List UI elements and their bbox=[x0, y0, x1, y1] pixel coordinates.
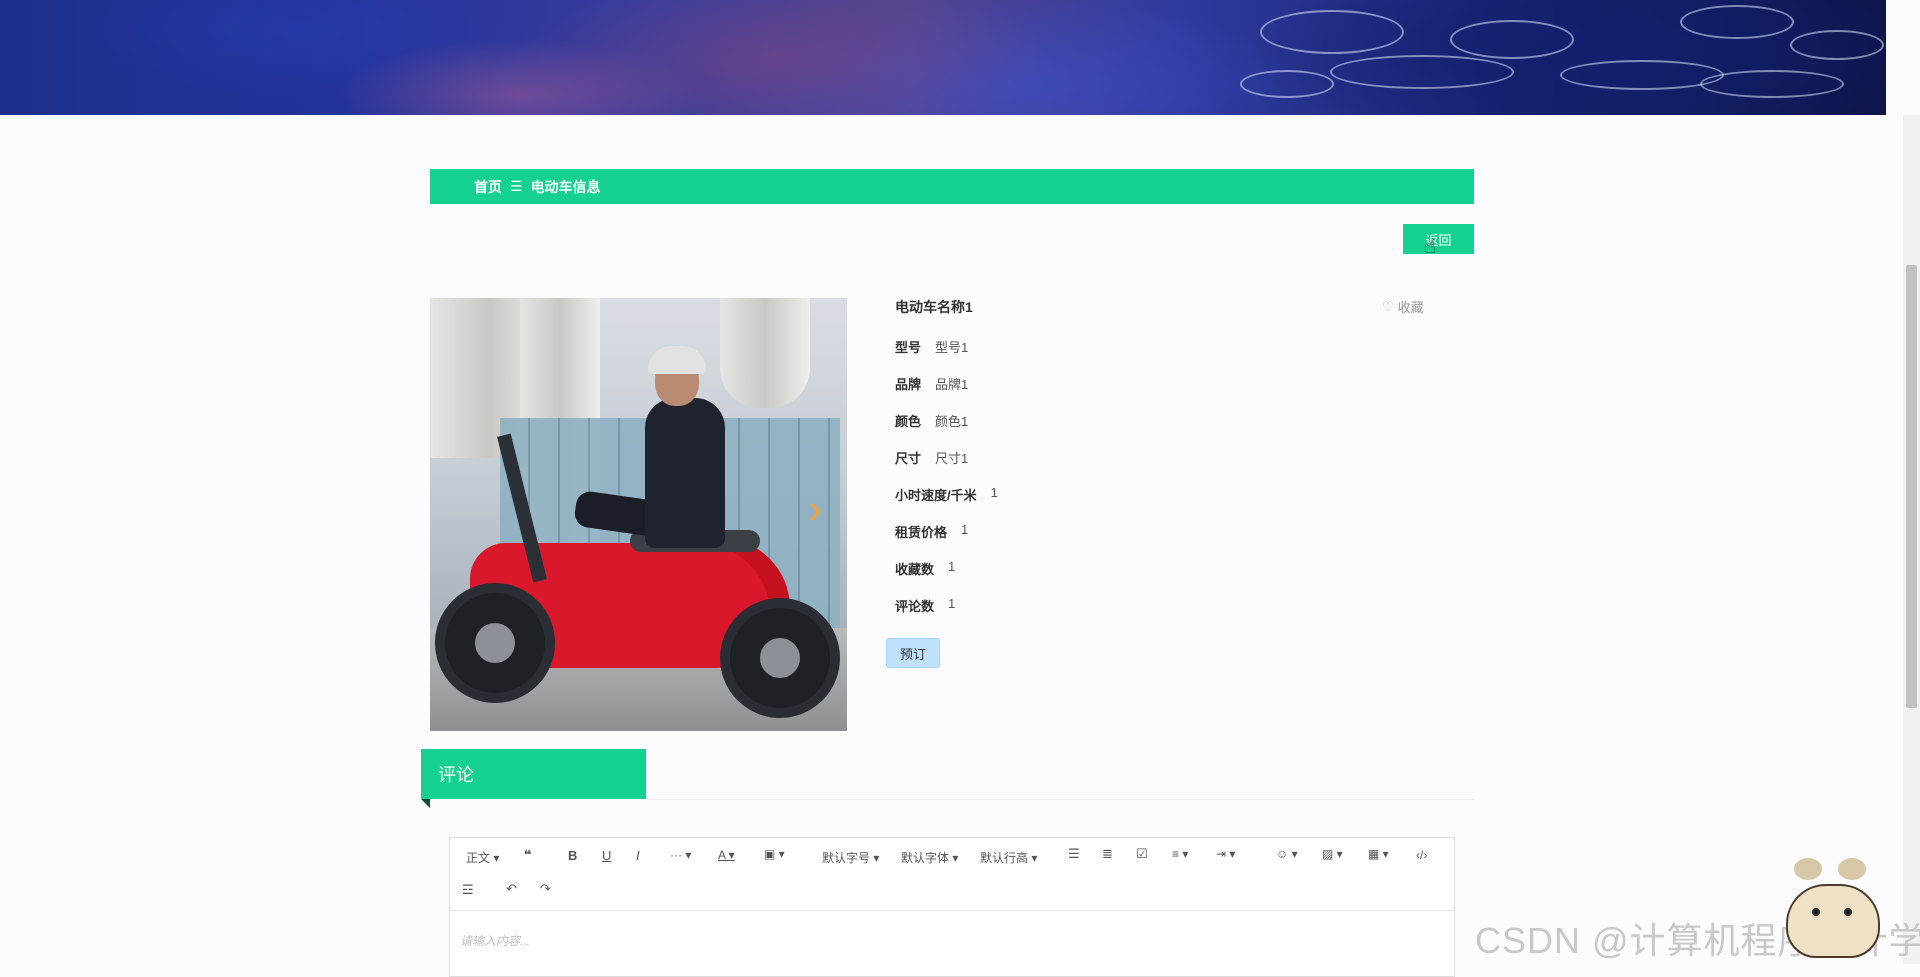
attribute-value: 颜色1 bbox=[935, 414, 969, 429]
indent-icon[interactable]: ⇥ ▾ bbox=[1216, 847, 1235, 861]
attribute-row-size: 尺寸 尺寸1 bbox=[895, 448, 968, 467]
collect-label: 收藏 bbox=[1397, 300, 1424, 315]
top-banner-image bbox=[0, 0, 1903, 115]
attribute-value: 1 bbox=[990, 485, 998, 500]
numbered-list-icon[interactable]: ≣ bbox=[1102, 846, 1113, 862]
toolbar-divider bbox=[450, 910, 1454, 911]
attribute-value: 尺寸1 bbox=[935, 451, 969, 466]
code-icon[interactable]: ‹/› bbox=[1416, 848, 1427, 862]
product-name: 电动车名称1 bbox=[895, 299, 973, 315]
line-height-dropdown[interactable]: 默认行高 ▾ bbox=[980, 849, 1037, 866]
back-button[interactable]: 返回 bbox=[1403, 224, 1474, 254]
scrollbar-thumb[interactable] bbox=[1906, 265, 1917, 708]
breadcrumb-current: 电动车信息 bbox=[530, 178, 601, 195]
line-height-label: 默认行高 bbox=[980, 851, 1029, 865]
underline-icon[interactable]: U bbox=[602, 848, 611, 863]
attribute-label: 品牌 bbox=[895, 377, 922, 392]
attribute-row-color: 颜色 颜色1 bbox=[895, 411, 968, 430]
attribute-value: 型号1 bbox=[935, 340, 969, 355]
more-format-icon[interactable]: ··· ▾ bbox=[670, 848, 691, 862]
attribute-row-comment-count: 评论数 1 bbox=[895, 596, 955, 615]
collect-button[interactable]: ♡ 收藏 bbox=[1382, 297, 1424, 316]
align-icon[interactable]: ≡ ▾ bbox=[1172, 847, 1188, 861]
paragraph-format-label: 正文 bbox=[466, 851, 491, 865]
attribute-value: 品牌1 bbox=[935, 377, 969, 392]
rich-text-editor: 正文 ▾ ❝ B U I ··· ▾ A ▾ ▣ ▾ 默认字号 ▾ 默认字体 ▾… bbox=[449, 837, 1455, 977]
attribute-label: 尺寸 bbox=[895, 451, 922, 466]
undo-icon[interactable]: ↶ bbox=[506, 881, 517, 897]
editor-input-placeholder[interactable]: 请输入内容... bbox=[460, 932, 530, 949]
emoji-icon[interactable]: ☺ ▾ bbox=[1276, 847, 1298, 861]
attribute-label: 收藏数 bbox=[895, 562, 935, 577]
background-color-icon[interactable]: ▣ ▾ bbox=[764, 847, 785, 861]
reserve-button[interactable]: 预订 bbox=[886, 638, 940, 668]
attribute-value: 1 bbox=[961, 522, 969, 537]
mascot-sticker bbox=[1786, 856, 1881, 960]
heart-icon: ♡ bbox=[1382, 298, 1394, 314]
italic-icon[interactable]: I bbox=[636, 848, 640, 863]
attribute-label: 租赁价格 bbox=[895, 525, 948, 540]
font-color-icon[interactable]: A ▾ bbox=[718, 848, 735, 862]
attribute-row-speed: 小时速度/千米 1 bbox=[895, 485, 998, 504]
attribute-value: 1 bbox=[948, 596, 956, 611]
hand-cursor-icon: ☝ bbox=[1424, 236, 1437, 258]
todo-checkbox-icon[interactable]: ☑ bbox=[1136, 846, 1148, 862]
attribute-label: 型号 bbox=[895, 340, 922, 355]
attribute-label: 小时速度/千米 bbox=[895, 488, 977, 503]
table-icon[interactable]: ▦ ▾ bbox=[1368, 847, 1389, 861]
tab-fold-decoration bbox=[421, 799, 430, 808]
font-size-label: 默认字号 bbox=[822, 851, 871, 865]
font-family-dropdown[interactable]: 默认字体 ▾ bbox=[901, 849, 958, 866]
divider-line-icon[interactable]: ☲ bbox=[462, 882, 474, 898]
breadcrumb-menu-icon: ☰ bbox=[510, 178, 523, 194]
font-family-label: 默认字体 bbox=[901, 851, 950, 865]
image-icon[interactable]: ▨ ▾ bbox=[1322, 847, 1343, 861]
breadcrumb-home-link[interactable]: 首页 bbox=[474, 177, 502, 197]
carousel-next-arrow-icon[interactable]: › bbox=[808, 488, 822, 530]
paragraph-format-dropdown[interactable]: 正文 ▾ bbox=[466, 849, 499, 866]
product-image-carousel[interactable] bbox=[430, 298, 847, 731]
attribute-row-collect-count: 收藏数 1 bbox=[895, 559, 955, 578]
quote-icon[interactable]: ❝ bbox=[524, 847, 532, 863]
divider bbox=[646, 799, 1474, 800]
bold-icon[interactable]: B bbox=[568, 848, 577, 863]
attribute-label: 评论数 bbox=[895, 599, 935, 614]
bullet-list-icon[interactable]: ☰ bbox=[1068, 846, 1080, 862]
attribute-row-rental-price: 租赁价格 1 bbox=[895, 522, 968, 541]
redo-icon[interactable]: ↷ bbox=[540, 881, 551, 897]
breadcrumb: 首页 ☰ 电动车信息 bbox=[430, 169, 1474, 204]
font-size-dropdown[interactable]: 默认字号 ▾ bbox=[822, 849, 879, 866]
attribute-value: 1 bbox=[948, 559, 956, 574]
attribute-row-model: 型号 型号1 bbox=[895, 337, 968, 356]
attribute-row-brand: 品牌 品牌1 bbox=[895, 374, 968, 393]
attribute-label: 颜色 bbox=[895, 414, 922, 429]
comment-section-title: 评论 bbox=[421, 749, 646, 799]
